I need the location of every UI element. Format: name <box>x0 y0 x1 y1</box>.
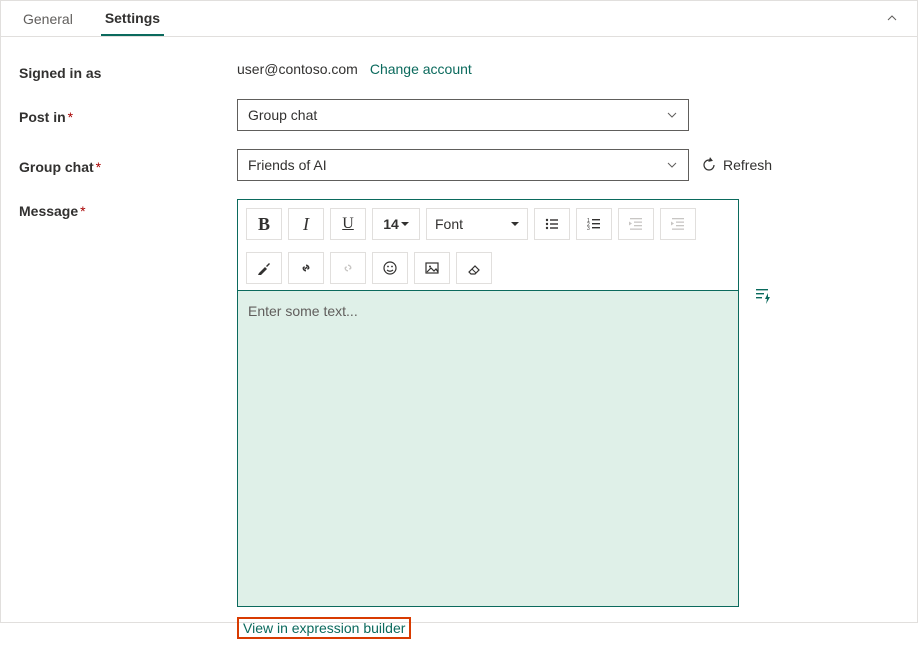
font-size-select[interactable]: 14 <box>372 208 420 240</box>
number-list-button[interactable]: 123 <box>576 208 612 240</box>
group-chat-value: Friends of AI <box>248 157 327 173</box>
font-family-value: Font <box>435 216 463 232</box>
link-button[interactable] <box>288 252 324 284</box>
refresh-label: Refresh <box>723 157 772 173</box>
caret-down-icon <box>401 220 409 228</box>
label-group-chat-text: Group chat <box>19 159 94 175</box>
caret-down-icon <box>511 220 519 228</box>
number-list-icon: 123 <box>586 216 602 232</box>
indent-icon <box>670 216 686 232</box>
required-asterisk: * <box>68 109 73 125</box>
bold-button[interactable]: B <box>246 208 282 240</box>
label-message: Message* <box>19 199 237 219</box>
row-post-in: Post in* Group chat <box>19 99 899 131</box>
change-account-link[interactable]: Change account <box>370 61 472 77</box>
indent-button[interactable] <box>660 208 696 240</box>
link-icon <box>298 260 314 276</box>
svg-text:3: 3 <box>587 226 590 232</box>
post-in-select[interactable]: Group chat <box>237 99 689 131</box>
outdent-icon <box>628 216 644 232</box>
underline-button[interactable]: U <box>330 208 366 240</box>
unlink-button[interactable] <box>330 252 366 284</box>
message-editor: B I U 14 Font <box>237 199 739 607</box>
eyedropper-icon <box>256 260 272 276</box>
group-chat-select[interactable]: Friends of AI <box>237 149 689 181</box>
dynamic-content-button[interactable] <box>753 285 773 305</box>
required-asterisk: * <box>96 159 101 175</box>
row-group-chat: Group chat* Friends of AI Refresh <box>19 149 899 181</box>
font-size-value: 14 <box>383 216 399 232</box>
label-signed-in: Signed in as <box>19 61 237 81</box>
label-post-in: Post in* <box>19 105 237 125</box>
unlink-icon <box>340 260 356 276</box>
settings-panel: Signed in as user@contoso.com Change acc… <box>1 37 917 667</box>
lightning-icon <box>753 285 773 305</box>
required-asterisk: * <box>80 203 85 219</box>
row-message: Message* B I U 14 Font <box>19 199 899 639</box>
eraser-button[interactable] <box>456 252 492 284</box>
refresh-button[interactable]: Refresh <box>701 157 772 173</box>
tabs-bar: General Settings <box>1 1 917 37</box>
refresh-icon <box>701 157 717 173</box>
italic-button[interactable]: I <box>288 208 324 240</box>
tab-settings[interactable]: Settings <box>101 2 164 36</box>
color-picker-button[interactable] <box>246 252 282 284</box>
post-in-value: Group chat <box>248 107 317 123</box>
row-signed-in: Signed in as user@contoso.com Change acc… <box>19 61 899 81</box>
tab-general[interactable]: General <box>19 3 77 35</box>
view-expression-builder-link[interactable]: View in expression builder <box>237 617 411 639</box>
outdent-button[interactable] <box>618 208 654 240</box>
editor-wrap: B I U 14 Font <box>237 199 739 607</box>
collapse-icon[interactable] <box>885 11 899 25</box>
bullet-list-button[interactable] <box>534 208 570 240</box>
emoji-icon <box>382 260 398 276</box>
label-group-chat: Group chat* <box>19 155 237 175</box>
image-button[interactable] <box>414 252 450 284</box>
message-input[interactable]: Enter some text... <box>238 290 738 606</box>
editor-placeholder: Enter some text... <box>248 303 358 319</box>
image-icon <box>424 260 440 276</box>
label-post-in-text: Post in <box>19 109 66 125</box>
editor-toolbar: B I U 14 Font <box>238 200 738 290</box>
eraser-icon <box>466 260 482 276</box>
chevron-down-icon <box>666 159 678 171</box>
chevron-down-icon <box>666 109 678 121</box>
bullet-list-icon <box>544 216 560 232</box>
signed-in-email: user@contoso.com <box>237 61 358 77</box>
font-family-select[interactable]: Font <box>426 208 528 240</box>
emoji-button[interactable] <box>372 252 408 284</box>
label-message-text: Message <box>19 203 78 219</box>
